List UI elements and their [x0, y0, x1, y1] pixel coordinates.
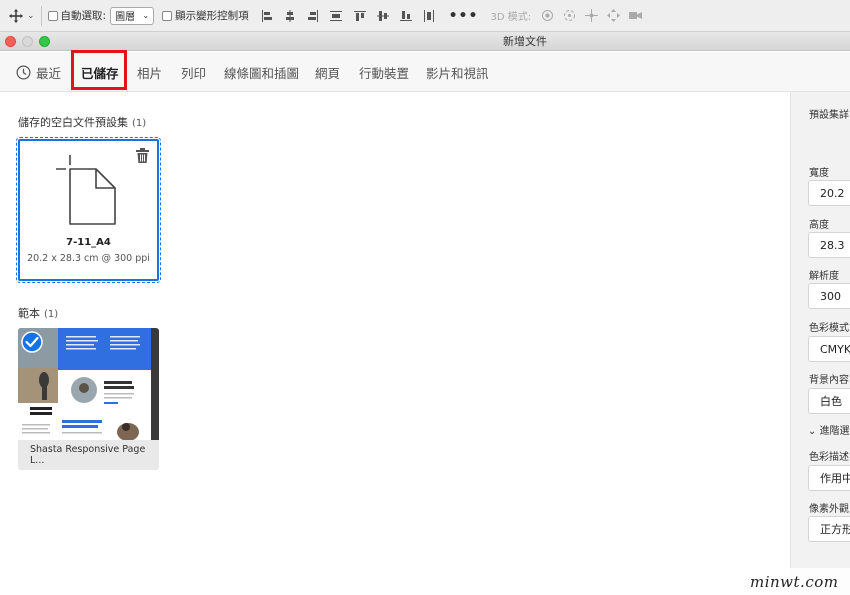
pixel-aspect-select[interactable]: 正方形 — [808, 516, 850, 542]
advanced-options-label: 進階選 — [819, 426, 850, 437]
section-count: (1) — [44, 309, 59, 320]
distribute-icon[interactable] — [329, 10, 342, 22]
preset-name: 7-11_A4 — [66, 237, 111, 248]
align-right-icon[interactable] — [307, 9, 319, 22]
background-label: 背景內容 — [809, 375, 849, 386]
3d-mode-buttons — [541, 9, 643, 22]
site-watermark: minwt.com — [744, 568, 850, 595]
section-title-text: 範本 — [18, 307, 40, 320]
tab-label: 行動裝置 — [359, 65, 410, 81]
height-input[interactable]: 28.3 — [808, 232, 850, 258]
tab-print[interactable]: 列印 — [181, 52, 206, 92]
dropdown-arrow-icon: ⌄ — [142, 10, 150, 20]
maximize-window-button[interactable] — [39, 35, 50, 47]
template-thumbnail — [18, 328, 159, 440]
toolbar-divider — [40, 5, 42, 26]
height-label: 高度 — [809, 220, 829, 231]
auto-select-dropdown[interactable]: 圖層 ⌄ — [110, 6, 155, 25]
preset-details-heading: 預設集詳 — [809, 110, 849, 121]
tab-saved[interactable]: 已儲存 — [81, 52, 119, 92]
mode-3d-label: 3D 模式: — [490, 12, 532, 23]
background-select[interactable]: 白色 — [808, 388, 850, 414]
align-center-icon[interactable] — [284, 9, 296, 22]
template-card[interactable]: Shasta Responsive Page L... — [18, 328, 159, 470]
color-profile-label: 色彩描述 — [809, 452, 849, 463]
clock-icon — [16, 65, 31, 79]
chevron-down-icon[interactable]: ⌄ — [27, 11, 35, 21]
tab-label: 列印 — [181, 65, 207, 81]
resolution-label: 解析度 — [809, 271, 839, 282]
advanced-options-toggle[interactable]: ⌄ 進階選 — [808, 422, 850, 437]
video-camera-icon[interactable] — [629, 9, 643, 22]
tab-label: 最近 — [36, 65, 62, 81]
width-input[interactable]: 20.2 — [808, 180, 850, 206]
color-profile-select[interactable]: 作用中 — [808, 465, 850, 491]
close-window-button[interactable] — [5, 35, 16, 47]
section-title-text: 儲存的空白文件預設集 — [18, 116, 128, 129]
tab-film-video[interactable]: 影片和視訊 — [426, 52, 489, 92]
window-controls — [5, 35, 50, 47]
tab-label: 線條圖和插圖 — [224, 65, 300, 81]
checkbox-box[interactable] — [47, 10, 58, 21]
resolution-input[interactable]: 300 — [808, 283, 850, 309]
auto-select-checkbox[interactable]: 自動選取: — [47, 8, 107, 23]
align-left-icon[interactable] — [261, 9, 273, 22]
template-name: Shasta Responsive Page L... — [18, 440, 159, 470]
auto-select-value: 圖層 — [115, 12, 136, 23]
pan-3d-icon[interactable] — [585, 9, 599, 22]
align-buttons — [261, 9, 342, 22]
saved-presets-heading: 儲存的空白文件預設集 (1) — [18, 114, 146, 130]
transform-controls-label: 顯示變形控制項 — [175, 10, 249, 22]
move-icon — [9, 8, 23, 23]
orbit-3d-icon[interactable] — [541, 9, 554, 22]
blank-document-icon — [56, 155, 116, 225]
saved-preset-card[interactable]: 7-11_A4 20.2 x 28.3 cm @ 300 ppi — [16, 137, 161, 283]
window-title: 新增文件 — [503, 35, 547, 48]
vertical-align-buttons — [353, 9, 435, 22]
more-options-icon[interactable]: ••• — [449, 8, 479, 24]
checkbox-box[interactable] — [162, 10, 173, 21]
tab-web[interactable]: 網頁 — [315, 52, 340, 92]
window-title-bar: 新增文件 — [0, 32, 850, 51]
tab-mobile[interactable]: 行動裝置 — [359, 52, 409, 92]
minimize-window-button[interactable] — [22, 35, 33, 47]
slide-3d-icon[interactable] — [607, 9, 621, 22]
preset-details-panel: 預設集詳 寬度 20.2 高度 28.3 解析度 300 色彩模式 CMYK 背… — [790, 92, 850, 595]
pixel-aspect-label: 像素外觀 — [809, 504, 849, 515]
move-tool-button[interactable]: ⌄ — [8, 8, 35, 24]
tab-label: 相片 — [137, 65, 163, 81]
tab-label: 網頁 — [315, 65, 341, 81]
preset-size: 20.2 x 28.3 cm @ 300 ppi — [27, 253, 150, 264]
align-middle-icon[interactable] — [376, 10, 389, 22]
chevron-down-icon: ⌄ — [808, 426, 820, 437]
document-category-tabs: 最近 已儲存 相片 列印 線條圖和插圖 網頁 行動裝置 影片和視訊 — [0, 52, 850, 92]
distribute-horizontal-icon[interactable] — [423, 9, 435, 22]
width-label: 寬度 — [809, 168, 829, 179]
color-mode-label: 色彩模式 — [809, 323, 849, 334]
tab-label: 已儲存 — [81, 65, 119, 81]
roll-3d-icon[interactable] — [563, 9, 576, 22]
auto-select-label: 自動選取: — [60, 10, 107, 22]
tab-label: 影片和視訊 — [426, 65, 489, 81]
options-toolbar: ⌄ 自動選取: 圖層 ⌄ 顯示變形控制項 ••• 3D 模式: — [0, 0, 850, 32]
templates-heading: 範本 (1) — [18, 305, 58, 321]
trash-icon[interactable] — [136, 148, 149, 163]
section-count: (1) — [132, 118, 147, 129]
color-mode-select[interactable]: CMYK — [808, 336, 850, 362]
tab-photo[interactable]: 相片 — [137, 52, 162, 92]
tab-art-illustration[interactable]: 線條圖和插圖 — [224, 52, 299, 92]
align-bottom-icon[interactable] — [399, 10, 412, 22]
align-top-icon[interactable] — [353, 10, 366, 22]
transform-controls-checkbox[interactable]: 顯示變形控制項 — [162, 8, 249, 23]
tab-recent[interactable]: 最近 — [16, 52, 61, 92]
